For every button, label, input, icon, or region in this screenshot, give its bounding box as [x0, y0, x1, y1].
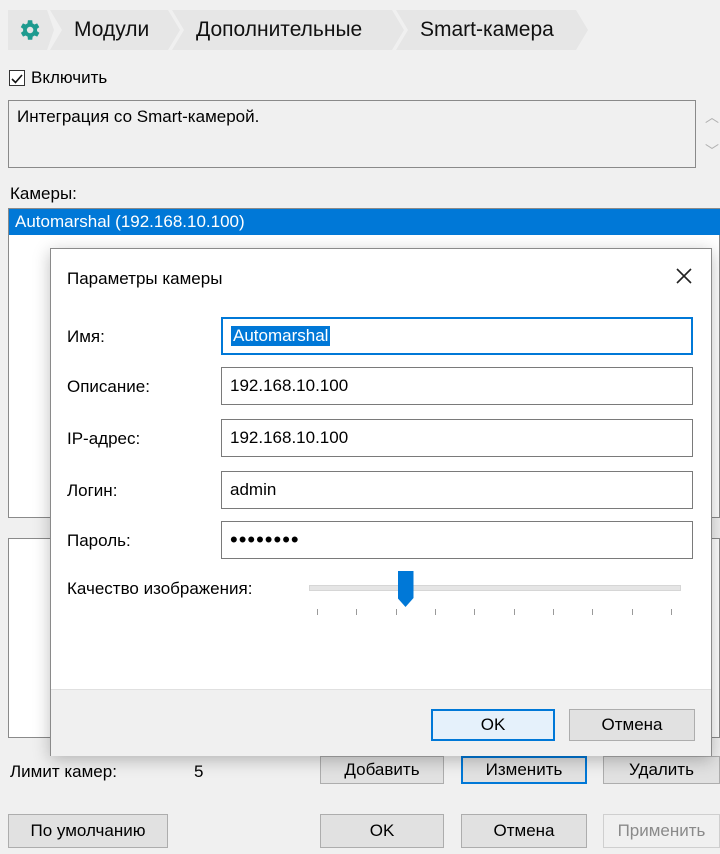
dialog-titlebar: Параметры камеры [51, 249, 711, 309]
ip-label: IP-адрес: [67, 429, 141, 448]
quality-label: Качество изображения: [67, 579, 253, 598]
ok-button[interactable]: OK [320, 814, 444, 848]
quality-slider-track[interactable] [309, 585, 681, 591]
close-icon [676, 268, 692, 284]
description-field[interactable]: 192.168.10.100 [221, 367, 693, 405]
ip-value: 192.168.10.100 [230, 428, 349, 447]
breadcrumb-label: Дополнительные [196, 18, 363, 41]
dialog-ok-button[interactable]: OK [431, 709, 555, 741]
login-label: Логин: [67, 481, 118, 500]
apply-button[interactable]: Применить [603, 814, 720, 848]
dialog-title: Параметры камеры [67, 269, 223, 288]
breadcrumb-additional[interactable]: Дополнительные [172, 10, 404, 50]
breadcrumb-label: Модули [74, 18, 150, 41]
quality-slider-tick [513, 609, 515, 615]
login-value: admin [230, 480, 277, 499]
scroll-up-icon[interactable]: ︿ [705, 107, 719, 127]
login-field[interactable]: admin [221, 471, 693, 509]
password-label: Пароль: [67, 531, 131, 550]
settings-home-button[interactable] [8, 10, 54, 50]
checkmark-icon [11, 74, 23, 84]
camera-limit-label: Лимит камер: [10, 762, 117, 781]
breadcrumb-smart-camera[interactable]: Smart-камера [396, 10, 588, 50]
edit-camera-button[interactable]: Изменить [461, 756, 587, 784]
enable-label[interactable]: Включить [31, 68, 107, 88]
name-value: Automarshal [231, 326, 331, 346]
camera-list-item[interactable]: Automarshal (192.168.10.100) [9, 209, 720, 235]
cameras-label: Камеры: [10, 184, 77, 203]
delete-camera-button[interactable]: Удалить [603, 756, 720, 784]
breadcrumb-modules[interactable]: Модули [50, 10, 180, 50]
description-value: 192.168.10.100 [230, 376, 349, 395]
password-field[interactable]: •••••••• [221, 521, 693, 559]
dialog-cancel-button[interactable]: Отмена [569, 709, 695, 741]
description-label: Описание: [67, 377, 150, 396]
camera-limit-value: 5 [194, 762, 204, 781]
enable-checkbox[interactable] [9, 70, 25, 86]
camera-settings-dialog: Параметры камеры Имя: Automarshal Описан… [50, 248, 712, 756]
quality-slider-tick [631, 609, 633, 615]
ip-field[interactable]: 192.168.10.100 [221, 419, 693, 457]
description-scrollbar[interactable]: ︿ ﹀ [702, 100, 720, 168]
breadcrumb-label: Smart-камера [420, 18, 554, 41]
quality-slider-tick [553, 609, 554, 615]
name-label: Имя: [67, 327, 105, 346]
quality-slider-tick [317, 609, 318, 615]
name-field[interactable]: Automarshal [221, 317, 693, 355]
gear-icon [20, 20, 40, 40]
cancel-button[interactable]: Отмена [461, 814, 587, 848]
quality-slider-tick [435, 609, 436, 615]
module-description: Интеграция со Smart-камерой. [8, 100, 696, 168]
add-camera-button[interactable]: Добавить [320, 756, 444, 784]
close-button[interactable] [671, 263, 697, 289]
quality-slider-tick [592, 609, 594, 615]
quality-slider-tick [671, 609, 672, 615]
defaults-button[interactable]: По умолчанию [8, 814, 168, 848]
scroll-down-icon[interactable]: ﹀ [705, 141, 719, 161]
password-value: •••••••• [230, 527, 300, 552]
quality-slider-tick [474, 609, 476, 615]
quality-slider-tick [395, 609, 397, 615]
quality-slider-tick [356, 609, 358, 615]
